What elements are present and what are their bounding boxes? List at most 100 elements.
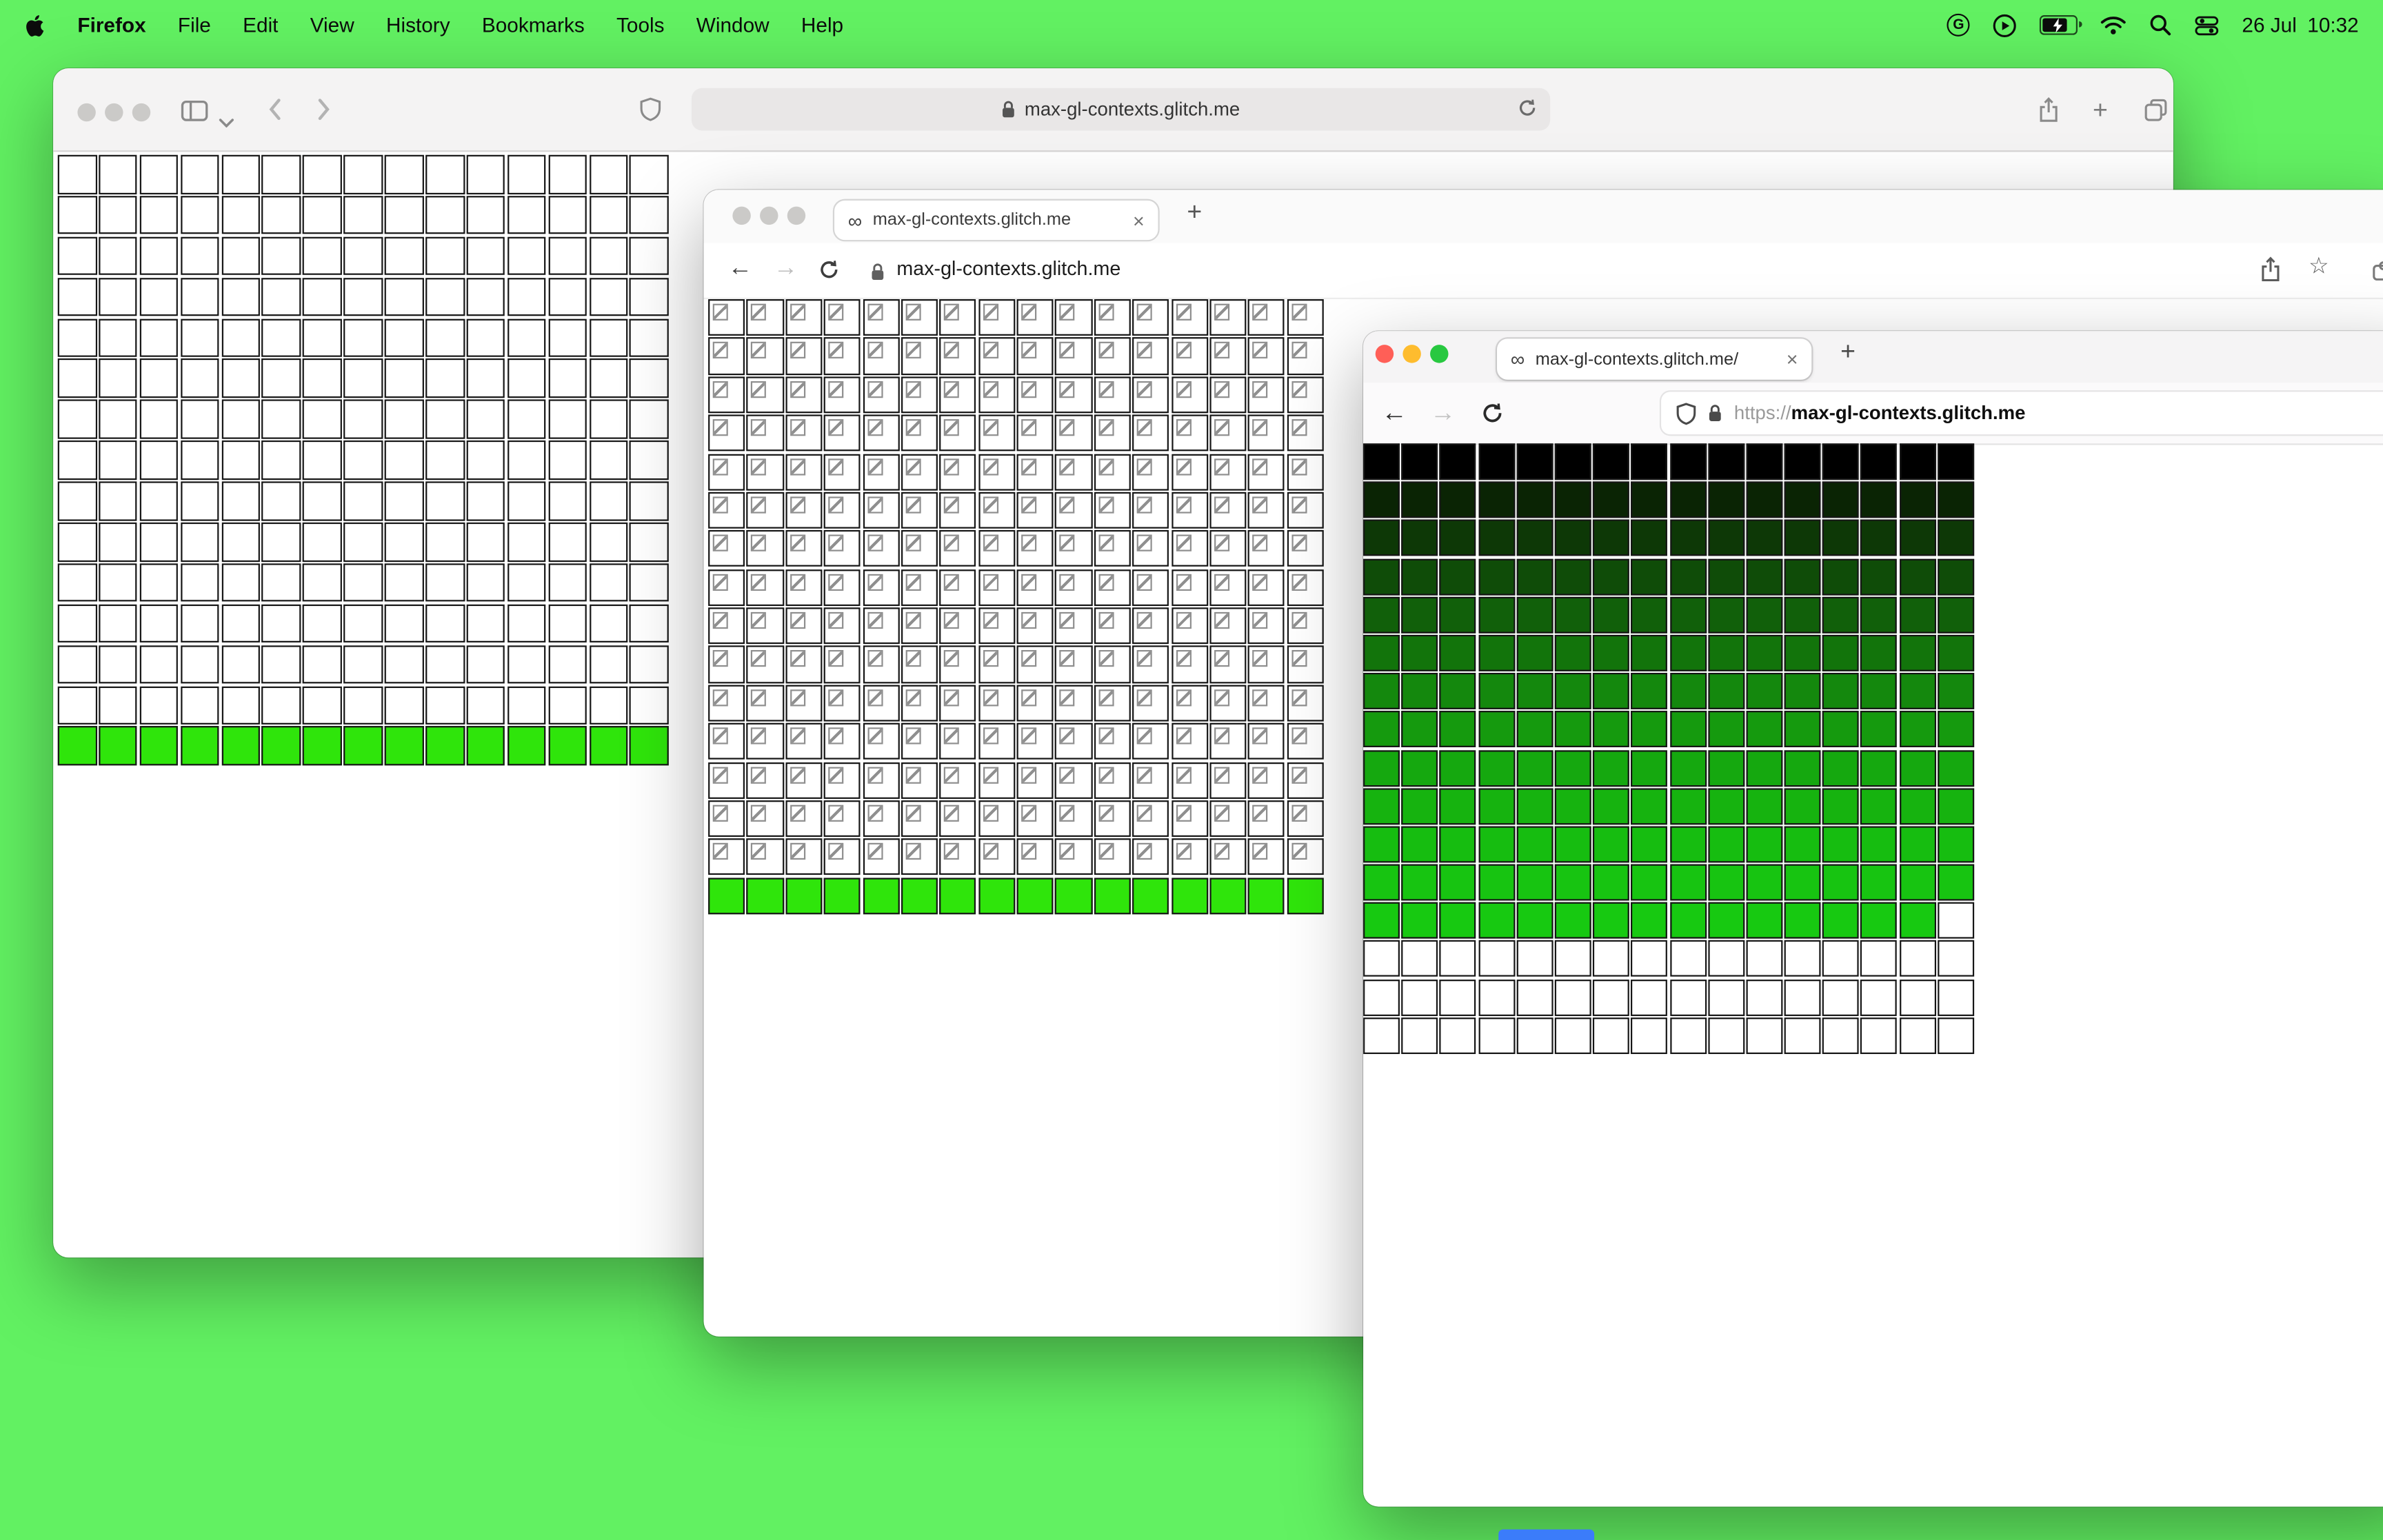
menubar-item-help[interactable]: Help xyxy=(801,14,843,37)
url-text[interactable]: max-gl-contexts.glitch.me xyxy=(896,256,1120,279)
bookmark-star-icon[interactable]: ☆ xyxy=(2309,255,2329,278)
reload-icon[interactable] xyxy=(1482,403,1503,432)
grid-cell xyxy=(1094,453,1131,490)
broken-image-icon xyxy=(712,381,728,398)
broken-image-icon xyxy=(1098,573,1114,591)
traffic-light-close[interactable] xyxy=(732,206,751,225)
wifi-icon[interactable] xyxy=(2100,15,2126,35)
grammarly-status-icon[interactable]: G xyxy=(1947,13,1970,37)
url-field[interactable]: https://max-gl-contexts.glitch.me xyxy=(1661,392,2383,435)
control-center-icon[interactable] xyxy=(2195,13,2219,37)
tab-overview-icon[interactable] xyxy=(2144,99,2167,129)
reload-icon[interactable] xyxy=(819,260,839,287)
menubar-item-file[interactable]: File xyxy=(178,14,211,37)
grid-cell xyxy=(1554,520,1591,557)
grid-cell xyxy=(139,563,179,602)
grid-cell xyxy=(1016,492,1054,529)
tracking-protection-shield-icon[interactable] xyxy=(1676,402,1696,425)
grid-cell xyxy=(1746,940,1783,977)
battery-icon[interactable] xyxy=(2040,15,2082,35)
close-tab-icon[interactable]: × xyxy=(1787,349,1798,369)
forward-icon[interactable] xyxy=(316,97,331,129)
grid-cell xyxy=(547,358,587,398)
menubar-item-bookmarks[interactable]: Bookmarks xyxy=(482,14,585,37)
new-tab-button[interactable]: + xyxy=(1840,337,1856,367)
broken-image-icon xyxy=(944,727,960,744)
traffic-light-close[interactable] xyxy=(1375,345,1394,363)
menubar-item-tools[interactable]: Tools xyxy=(616,14,664,37)
broken-image-icon xyxy=(905,689,921,706)
apple-menu-icon[interactable] xyxy=(24,13,46,37)
forward-icon[interactable]: → xyxy=(774,256,798,281)
broken-image-icon xyxy=(1252,804,1268,822)
grid-cell xyxy=(1746,787,1783,824)
grid-cell xyxy=(507,358,546,398)
grid-cell xyxy=(1287,838,1324,876)
privacy-shield-icon[interactable] xyxy=(640,97,661,129)
grid-cell xyxy=(139,481,179,520)
broken-image-icon xyxy=(1252,689,1268,706)
grid-cell xyxy=(1440,940,1477,977)
lock-icon[interactable] xyxy=(871,261,885,289)
menubar-app-name[interactable]: Firefox xyxy=(77,14,145,37)
close-tab-icon[interactable]: × xyxy=(1133,210,1145,230)
menubar-clock[interactable]: 26 Jul 10:32 xyxy=(2242,14,2358,37)
broken-image-icon xyxy=(790,303,805,321)
menubar-item-history[interactable]: History xyxy=(386,14,450,37)
back-icon[interactable]: ← xyxy=(1382,399,1407,425)
traffic-light-minimize[interactable] xyxy=(760,206,778,225)
grid-cell xyxy=(99,522,138,562)
menubar-item-view[interactable]: View xyxy=(310,14,354,37)
grid-cell xyxy=(1478,481,1515,518)
playback-status-icon[interactable] xyxy=(1993,13,2017,37)
new-tab-icon[interactable]: + xyxy=(2093,97,2108,123)
grid-cell xyxy=(823,877,861,914)
grid-cell xyxy=(343,318,383,357)
traffic-light-zoom[interactable] xyxy=(1430,345,1449,363)
traffic-light-minimize[interactable] xyxy=(1402,345,1421,363)
grid-cell xyxy=(1822,864,1860,901)
grid-cell xyxy=(630,277,669,316)
browser-tab[interactable]: ∞ max-gl-contexts.glitch.me × xyxy=(832,199,1160,242)
grid-cell xyxy=(1516,1017,1554,1054)
grid-cell xyxy=(303,727,342,766)
spotlight-search-icon[interactable] xyxy=(2149,14,2172,37)
grid-cell xyxy=(384,645,424,684)
back-icon[interactable] xyxy=(268,97,283,129)
grid-cell xyxy=(1248,414,1285,452)
broken-image-icon xyxy=(1291,535,1307,552)
grid-cell xyxy=(862,337,900,375)
grid-cell xyxy=(1209,530,1247,567)
broken-image-icon xyxy=(1291,727,1307,744)
lock-icon[interactable] xyxy=(1708,404,1722,422)
traffic-light-close[interactable] xyxy=(77,103,96,122)
forward-icon[interactable]: → xyxy=(1430,399,1456,425)
broken-image-icon xyxy=(828,689,844,706)
menubar-item-edit[interactable]: Edit xyxy=(243,14,278,37)
extensions-puzzle-icon[interactable] xyxy=(2373,260,2383,289)
grid-cell xyxy=(139,400,179,439)
dock-peek[interactable] xyxy=(1498,1529,1595,1540)
browser-tab[interactable]: ∞ max-gl-contexts.glitch.me/ × xyxy=(1497,338,1812,380)
chevron-down-icon[interactable] xyxy=(219,108,234,135)
broken-image-icon xyxy=(1175,689,1191,706)
menubar-date: 26 Jul xyxy=(2242,13,2297,37)
share-icon[interactable] xyxy=(2260,256,2281,290)
traffic-light-minimize[interactable] xyxy=(105,103,123,122)
share-icon[interactable] xyxy=(2038,97,2060,130)
traffic-light-zoom[interactable] xyxy=(132,103,151,122)
back-icon[interactable]: ← xyxy=(728,256,752,281)
grid-cell xyxy=(1822,1017,1860,1054)
grid-cell xyxy=(1287,453,1324,490)
grid-cell xyxy=(785,646,823,683)
sidebar-toggle-icon[interactable] xyxy=(181,100,208,129)
reload-icon[interactable] xyxy=(1518,99,1536,121)
broken-image-icon xyxy=(944,381,960,398)
grid-cell xyxy=(57,318,97,357)
traffic-light-zoom[interactable] xyxy=(787,206,806,225)
new-tab-button[interactable]: + xyxy=(1187,197,1202,227)
menubar-item-window[interactable]: Window xyxy=(696,14,770,37)
url-field[interactable]: max-gl-contexts.glitch.me xyxy=(691,88,1551,131)
broken-image-icon xyxy=(751,458,767,475)
grid-cell xyxy=(1363,979,1400,1016)
